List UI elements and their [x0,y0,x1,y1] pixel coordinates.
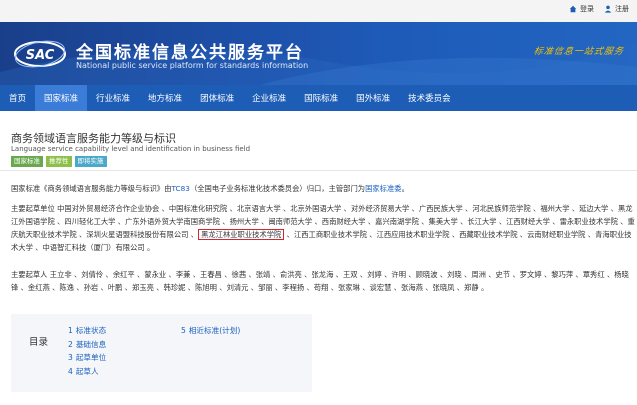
p1-prefix: 国家标准《商务领域语言服务能力等级与标识》由 [11,184,172,193]
account-links: 登录 注册 [569,4,629,14]
p1-mid: （全国电子业务标准化技术委员会）归口，主管部门为 [189,184,366,193]
standard-title: 商务领域语言服务能力等级与标识 [11,132,176,145]
toc-item-label: 起草人 [75,366,99,376]
site-title: 全国标准信息公共服务平台 [76,43,304,63]
home-icon [569,5,577,13]
user-icon [604,5,612,13]
sac-logo-mark: SAC [14,40,66,68]
toc-column-2: 5 相近标准(计划) [181,324,240,338]
toc-item[interactable]: 4 起草人 [68,365,106,379]
login-link[interactable]: 登录 [569,4,594,14]
toc-item[interactable]: 5 相近标准(计划) [181,324,240,338]
register-link[interactable]: 注册 [604,4,629,14]
toc-item-number: 2 [68,339,73,349]
site-slogan: 标准信息一站式服务 [532,47,625,57]
toc-item-number: 5 [181,326,186,335]
toc-item-label: 起草单位 [75,353,107,362]
standard-subtitle: Language service capability level and id… [11,145,251,153]
table-of-contents: 目录 1 标准状态 2 基础信息 3 起草单位 4 起草人 5 相近标准(计划) [11,314,312,392]
nav-item[interactable]: 首页 [0,85,35,111]
register-label: 注册 [615,5,629,13]
sac-logo[interactable]: SAC [14,36,66,72]
nav-item[interactable]: 行业标准 [87,85,139,111]
toc-item-label: 标准状态 [75,326,107,335]
status-badge: 国家标准 [11,156,43,167]
drafters-paragraph: 主要起草人 王立非 、刘倩伶 、余红平 、蒙永业 、李兼 、王春昌 、徐茜 、张… [11,270,629,292]
toc-label: 目录 [29,337,49,348]
toc-item-number: 3 [68,353,73,362]
site-subtitle: National public service platform for sta… [76,61,309,70]
nav-item[interactable]: 国家标准 [35,85,88,111]
main-nav: 首页 国家标准 行业标准 地方标准 团体标准 企业标准 国际标准 国外标准 技术委员会 [0,85,637,111]
nav-item[interactable]: 技术委员会 [399,85,460,111]
toc-item[interactable]: 2 基础信息 [68,338,106,352]
top-utility-bar: 登录 注册 [0,0,637,22]
toc-item[interactable]: 3 起草单位 [68,351,106,365]
toc-item[interactable]: 1 标准状态 [68,324,106,338]
tc-link[interactable]: TC83 [172,184,190,193]
toc-column-1: 1 标准状态 2 基础信息 3 起草单位 4 起草人 [68,324,106,378]
toc-item-label: 基础信息 [75,339,107,349]
toc-item-number: 1 [68,326,73,335]
standard-badges: 国家标准 推荐性 即将实施 [11,156,107,167]
section-divider [0,170,637,171]
governance-paragraph: 国家标准《商务领域语言服务能力等级与标识》由TC83（全国电子业务标准化技术委员… [11,182,631,195]
nav-item[interactable]: 国外标准 [347,85,399,111]
status-badge: 推荐性 [46,156,72,167]
p1-suffix: 。 [401,184,409,193]
highlighted-unit: 黑龙江林业职业技术学院 [198,229,285,240]
toc-item-label: 相近标准(计划) [188,326,241,335]
site-banner: SAC 全国标准信息公共服务平台 National public service… [0,22,637,85]
toc-item-number: 4 [68,366,73,376]
login-label: 登录 [580,5,594,13]
drafting-units-paragraph: 主要起草单位 中国对外贸易经济合作企业协会 、中国标准化研究院 、北京语言大学 … [11,202,635,254]
department-link[interactable]: 国家标准委 [365,184,401,193]
nav-item[interactable]: 团体标准 [191,85,243,111]
status-badge: 即将实施 [74,156,107,167]
nav-item[interactable]: 国际标准 [295,85,347,111]
nav-item[interactable]: 企业标准 [243,85,295,111]
logo-text: SAC [26,48,55,63]
nav-item[interactable]: 地方标准 [139,85,191,111]
